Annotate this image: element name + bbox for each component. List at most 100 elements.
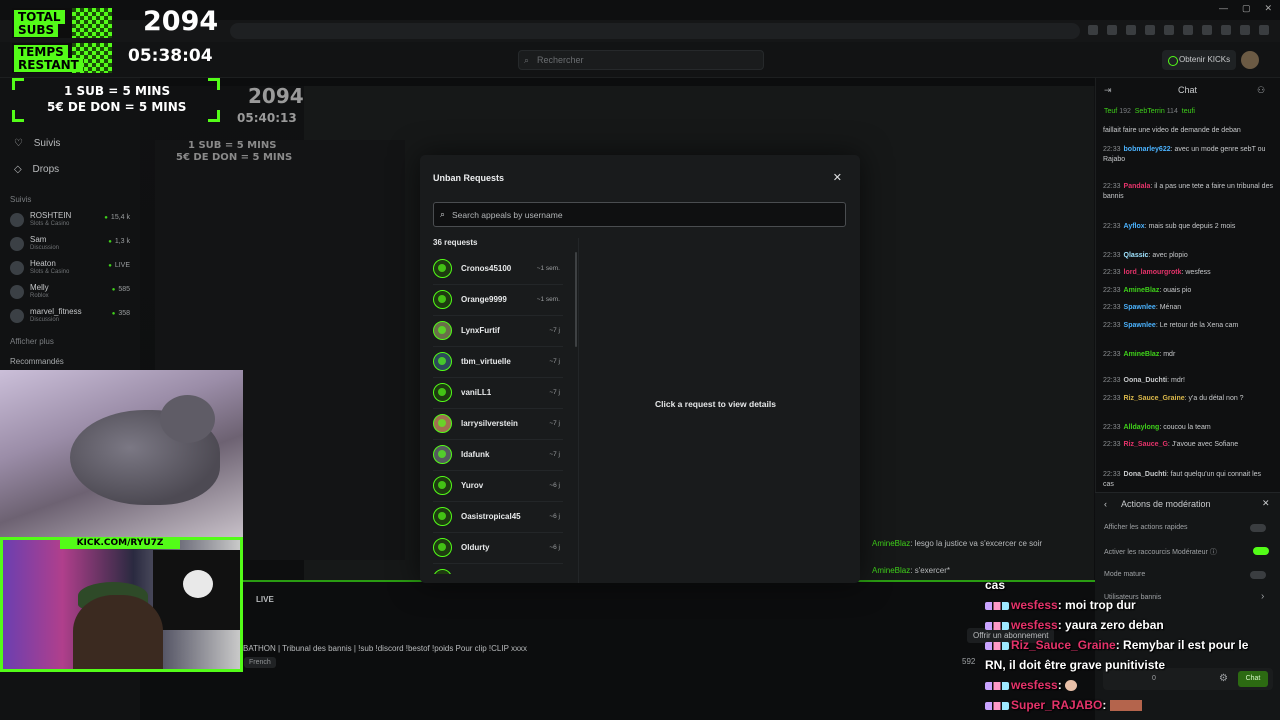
users-icon[interactable]: ⚇ [1257, 85, 1265, 96]
chat-message: 22:33 lord_lamourgrotk: wesfess [1103, 269, 1211, 276]
request-item[interactable]: LynxFurtif ~7 j [433, 316, 563, 347]
close-icon[interactable]: ✕ [833, 171, 842, 184]
sidebar-nav-following[interactable]: ♡ Suivis [14, 138, 60, 149]
gear-icon[interactable]: ⚙ [1219, 673, 1228, 684]
close-window-icon[interactable]: ✕ [1264, 3, 1272, 14]
pirate-flag [153, 550, 240, 630]
chat-leaderboard: Teuf 192 SebTerrin 114 teufi [1104, 108, 1195, 115]
followed-channel[interactable]: Sam Discussion 1,3 k [10, 235, 134, 257]
overlay-chat-text: : [1057, 678, 1062, 692]
followed-channel[interactable]: ROSHTEIN Slots & Casino 15,4 k [10, 211, 134, 233]
chat-username[interactable]: Pandala [1124, 183, 1151, 190]
chat-username[interactable]: Spawnlee [1124, 304, 1156, 311]
close-icon[interactable]: ✕ [1262, 498, 1270, 509]
request-item-partial[interactable] [433, 564, 563, 574]
leader-user: Teuf [1104, 108, 1118, 115]
chat-text: : s'exercer* [910, 566, 951, 575]
mature-mode-toggle[interactable] [1250, 571, 1266, 579]
chat-username[interactable]: Qlassic [1124, 252, 1149, 259]
leader-count: 114 [1166, 108, 1178, 115]
chat-username[interactable]: Alldaylong [1124, 424, 1160, 431]
search-icon: ⌕ [524, 55, 530, 65]
streamer-shape [73, 595, 163, 669]
chat-username[interactable]: lord_lamourgrotk [1124, 269, 1182, 276]
chat-text: wesfess [1185, 269, 1211, 276]
request-time: ~1 sem. [536, 265, 560, 272]
appeals-search-input[interactable]: ⌕ Search appeals by username [433, 202, 846, 227]
frame-corner [208, 110, 220, 122]
extension-icon[interactable] [1259, 25, 1269, 35]
request-item[interactable]: Yurov ~6 j [433, 471, 563, 502]
chat-time: 22:33 [1103, 146, 1121, 153]
zoom-icon[interactable] [1088, 25, 1098, 35]
request-item[interactable]: Cronos45100 ~1 sem. [433, 254, 563, 285]
user-avatar [433, 259, 452, 278]
followed-channel[interactable]: Melly Roblox 585 [10, 283, 134, 305]
request-username: vaniLL1 [461, 388, 492, 397]
user-avatar [433, 507, 452, 526]
requests-scrollbar[interactable] [575, 252, 577, 347]
extension-icon[interactable] [1145, 25, 1155, 35]
extension-icon[interactable] [1164, 25, 1174, 35]
send-chat-button[interactable]: Chat [1238, 671, 1268, 687]
quick-actions-toggle[interactable] [1250, 524, 1266, 532]
back-arrow-icon[interactable]: ‹ [1104, 499, 1107, 509]
sidebar-nav-drops[interactable]: ◇ Drops [14, 164, 59, 175]
leader-user: teufi [1181, 108, 1195, 115]
chat-username[interactable]: Riz_Sauce_G [1124, 441, 1168, 448]
extension-icon[interactable] [1202, 25, 1212, 35]
extension-icon[interactable] [1221, 25, 1231, 35]
request-time: ~6 j [549, 513, 560, 520]
extension-icon[interactable] [1240, 25, 1250, 35]
chat-time: 22:33 [1103, 223, 1121, 230]
maximize-icon[interactable]: ▢ [1242, 3, 1251, 14]
followed-channel[interactable]: marvel_fitness Discussion 358 [10, 307, 134, 329]
followed-channel[interactable]: Heaton Slots & Casino LIVE [10, 259, 134, 281]
emote-icon [1109, 700, 1142, 712]
request-username: Cronos45100 [461, 264, 512, 273]
address-bar[interactable] [230, 23, 1080, 39]
chat-username[interactable]: AmineBlaz [1124, 287, 1160, 294]
chat-time: 22:33 [1103, 183, 1121, 190]
request-time: ~7 j [549, 327, 560, 334]
time-label-1: TEMPS [14, 45, 68, 59]
chat-text: ouais pio [1163, 287, 1192, 294]
time-label-2: RESTANT [14, 58, 83, 72]
request-item[interactable]: larrysilverstein ~7 j [433, 409, 563, 440]
language-tag[interactable]: French [244, 657, 276, 668]
request-item[interactable]: vaniLL1 ~7 j [433, 378, 563, 409]
chat-username[interactable]: bobmarley622 [1124, 146, 1171, 153]
channel-category: Slots & Casino [30, 221, 70, 227]
chat-username[interactable]: Oona_Duchti [1124, 377, 1168, 384]
checker-pattern [72, 8, 112, 38]
chat-message: 22:33 Pandala: il a pas une tete a faire … [1103, 183, 1273, 200]
chat-message: 22:33 AmineBlaz: mdr [1103, 351, 1176, 358]
site-search-input[interactable]: ⌕ Rechercher [518, 50, 764, 70]
chat-username[interactable]: Riz_Sauce_Graine [1124, 395, 1185, 402]
total-subs-value: 2094 [143, 6, 219, 37]
request-item[interactable]: Idafunk ~7 j [433, 440, 563, 471]
show-more-link[interactable]: Afficher plus [10, 337, 54, 346]
request-item[interactable]: Oasistropical45 ~6 j [433, 502, 563, 533]
extension-icon[interactable] [1183, 25, 1193, 35]
extension-icon[interactable] [1126, 25, 1136, 35]
get-kicks-button[interactable]: Obtenir KICKs [1162, 50, 1236, 70]
chevron-right-icon: › [1261, 591, 1265, 602]
inner-rule-1: 1 SUB = 5 MINS [188, 140, 277, 151]
user-avatar[interactable] [1241, 51, 1259, 69]
request-item[interactable]: tbm_virtuelle ~7 j [433, 347, 563, 378]
collapse-chat-icon[interactable]: ⇥ [1104, 85, 1112, 96]
chat-message: 22:33 Oona_Duchti: mdr! [1103, 377, 1185, 384]
mod-shortcuts-toggle[interactable] [1253, 547, 1269, 555]
chat-username[interactable]: Spawnlee [1124, 322, 1156, 329]
chat-username[interactable]: Ayflox [1124, 223, 1145, 230]
chat-username[interactable]: AmineBlaz [1124, 351, 1160, 358]
sidebar-nav-label: Suivis [33, 138, 61, 149]
minimize-icon[interactable]: — [1219, 3, 1228, 14]
channel-viewers: 1,3 k [108, 238, 130, 245]
skull-icon [183, 570, 213, 598]
request-item[interactable]: Orange9999 ~1 sem. [433, 285, 563, 316]
request-item[interactable]: Oldurty ~6 j [433, 533, 563, 564]
chat-username[interactable]: Dona_Duchti [1124, 471, 1167, 478]
bookmark-star-icon[interactable] [1107, 25, 1117, 35]
